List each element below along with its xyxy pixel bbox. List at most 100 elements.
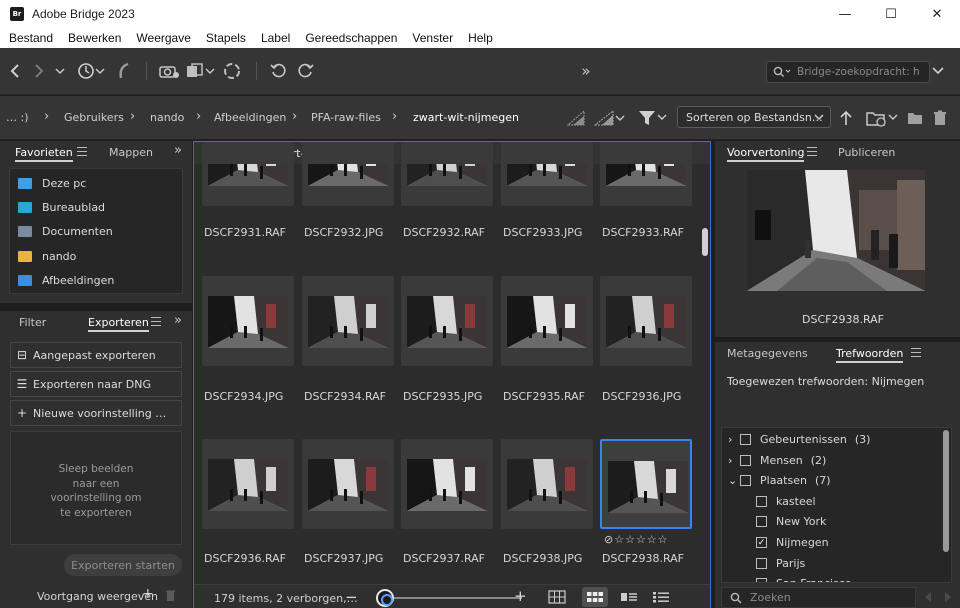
- star-rating[interactable]: ⊘☆☆☆☆☆: [604, 533, 669, 546]
- search-dropdown-icon[interactable]: [930, 60, 946, 82]
- favorite-documenten[interactable]: Documenten: [18, 225, 113, 238]
- keyword-kasteel[interactable]: kasteel: [756, 495, 816, 508]
- progress-label[interactable]: Voortgang weergeven: [37, 590, 158, 603]
- slider-knob[interactable]: [376, 589, 394, 607]
- panel-menu-icon[interactable]: [807, 147, 817, 156]
- thumbnail-size-slider[interactable]: [376, 597, 522, 599]
- keyword-checkbox[interactable]: [756, 578, 767, 582]
- keyword-checkbox[interactable]: [756, 557, 767, 569]
- tab-mappen[interactable]: Mappen: [109, 146, 153, 159]
- breadcrumb-gebruikers[interactable]: Gebruikers: [64, 111, 124, 124]
- sort-ascending-icon[interactable]: [838, 107, 854, 129]
- thumbnail[interactable]: [401, 439, 493, 529]
- rotate-right-icon[interactable]: [294, 60, 316, 82]
- custom-export-item[interactable]: ⊟ Aangepast exporteren: [10, 342, 182, 368]
- thumbnail[interactable]: [302, 276, 394, 366]
- favorite-nando[interactable]: nando: [18, 250, 76, 263]
- menu-label[interactable]: Label: [252, 31, 296, 45]
- thumbnail[interactable]: [202, 276, 294, 366]
- details-view-icon[interactable]: [616, 587, 642, 607]
- tab-metagegevens[interactable]: Metagegevens: [727, 347, 808, 360]
- thumbnail[interactable]: [401, 142, 493, 206]
- favorite-deze-pc[interactable]: Deze pc: [18, 177, 86, 190]
- export-drop-zone[interactable]: Sleep beelden naar een voorinstelling om…: [10, 431, 182, 545]
- thumbnail-view-icon[interactable]: [582, 587, 608, 607]
- keyword-plaatsen[interactable]: ⌄ Plaatsen (7): [728, 474, 831, 487]
- menu-stapels[interactable]: Stapels: [197, 31, 252, 45]
- breadcrumb-afbeeldingen[interactable]: Afbeeldingen: [214, 111, 286, 124]
- menu-gereedschappen[interactable]: Gereedschappen: [296, 31, 403, 45]
- recent-clock-icon[interactable]: [76, 60, 106, 82]
- keyword-parijs[interactable]: Parijs: [756, 557, 805, 570]
- favorite-bureaublad[interactable]: Bureaublad: [18, 201, 105, 214]
- new-folder-icon[interactable]: [866, 107, 898, 129]
- menu-weergave[interactable]: Weergave: [127, 31, 196, 45]
- panel-collapse-icon[interactable]: »: [174, 143, 182, 158]
- trash-icon[interactable]: [931, 107, 949, 129]
- rotate-left-icon[interactable]: [268, 60, 290, 82]
- forward-icon[interactable]: [32, 60, 46, 82]
- keywords-next-icon[interactable]: [944, 591, 952, 606]
- keyword-mensen[interactable]: › Mensen (2): [728, 454, 826, 467]
- refine-icon[interactable]: [186, 60, 216, 82]
- thumbnail[interactable]: [202, 142, 294, 206]
- thumbnail[interactable]: [501, 142, 593, 206]
- thumbnail[interactable]: [600, 276, 692, 366]
- thumbnail[interactable]: [501, 276, 593, 366]
- menu-venster[interactable]: Venster: [403, 31, 459, 45]
- keyword-checkbox[interactable]: [740, 434, 751, 445]
- grid-lock-icon[interactable]: [544, 587, 570, 607]
- minimize-button[interactable]: —: [822, 0, 868, 28]
- rating-filter-icon[interactable]: [594, 107, 626, 129]
- keyword-new-york[interactable]: New York: [756, 515, 826, 528]
- chevron-down-icon[interactable]: ⌄: [728, 474, 740, 487]
- zoom-in-icon[interactable]: +: [514, 587, 527, 605]
- boomerang-icon[interactable]: [115, 60, 133, 82]
- tab-publiceren[interactable]: Publiceren: [838, 146, 895, 159]
- tab-voorvertoning[interactable]: Voorvertoning: [727, 146, 805, 162]
- keyword-gebeurtenissen[interactable]: › Gebeurtenissen (3): [728, 433, 870, 446]
- tab-favorieten[interactable]: Favorieten: [15, 146, 73, 162]
- favorite-afbeeldingen[interactable]: Afbeeldingen: [18, 274, 114, 287]
- thumbnail[interactable]: [302, 439, 394, 529]
- keywords-scrollbar[interactable]: [943, 430, 949, 552]
- photo-downloader-icon[interactable]: [222, 60, 242, 82]
- camera-import-icon[interactable]: [158, 60, 180, 82]
- panel-menu-icon[interactable]: [151, 317, 161, 326]
- panel-menu-icon[interactable]: [911, 348, 921, 357]
- thumbnail[interactable]: [600, 142, 692, 206]
- keyword-checkbox[interactable]: [756, 516, 767, 528]
- workspace-more-icon[interactable]: »: [578, 60, 594, 82]
- tab-trefwoorden[interactable]: Trefwoorden: [836, 347, 904, 363]
- keywords-prev-icon[interactable]: [924, 591, 932, 606]
- breadcrumb-current[interactable]: zwart-wit-nijmegen: [413, 111, 519, 124]
- sort-dropdown[interactable]: Sorteren op Bestandsn…: [677, 106, 831, 128]
- keyword-nijmegen[interactable]: ✓ Nijmegen: [756, 536, 829, 549]
- keyword-checkbox[interactable]: [756, 495, 767, 507]
- content-scrollbar[interactable]: [702, 228, 708, 256]
- back-icon[interactable]: [8, 60, 22, 82]
- thumbnail-quality-icon[interactable]: [566, 107, 586, 129]
- keyword-checkbox[interactable]: ✓: [756, 537, 767, 548]
- thumbnail[interactable]: [302, 142, 394, 206]
- breadcrumb-nando[interactable]: nando: [150, 111, 184, 124]
- add-icon[interactable]: +: [142, 586, 154, 602]
- chevron-right-icon[interactable]: ›: [728, 433, 740, 446]
- keywords-search-input[interactable]: Zoeken: [721, 587, 916, 608]
- tab-filter[interactable]: Filter: [19, 316, 46, 329]
- menu-bestand[interactable]: Bestand: [0, 31, 59, 45]
- chevron-down-icon[interactable]: [54, 60, 66, 82]
- thumbnail[interactable]: [401, 276, 493, 366]
- filter-funnel-icon[interactable]: [638, 107, 668, 129]
- menu-help[interactable]: Help: [459, 31, 499, 45]
- keyword-checkbox[interactable]: [740, 454, 751, 466]
- zoom-out-icon[interactable]: −: [345, 588, 358, 606]
- keyword-san-francisco[interactable]: San Francisco: [756, 577, 852, 582]
- breadcrumb-root[interactable]: … :): [6, 111, 29, 124]
- list-view-icon[interactable]: [648, 587, 674, 607]
- thumbnail[interactable]: [202, 439, 294, 529]
- maximize-button[interactable]: ☐: [868, 0, 914, 28]
- trash-icon[interactable]: [165, 589, 176, 605]
- close-button[interactable]: ✕: [914, 0, 960, 28]
- thumbnail-selected[interactable]: [600, 439, 692, 529]
